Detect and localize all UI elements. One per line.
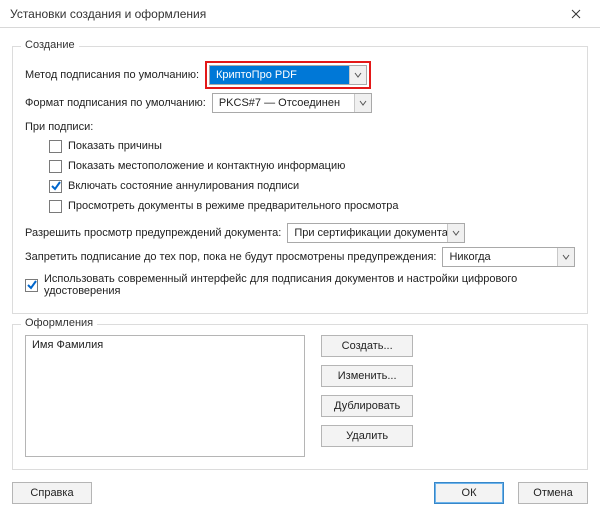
check-preview-row[interactable]: Просмотреть документы в режиме предварит… xyxy=(49,197,575,215)
edit-button[interactable]: Изменить... xyxy=(321,365,413,387)
check-reasons-label: Показать причины xyxy=(68,140,162,152)
close-button[interactable] xyxy=(558,0,594,28)
chevron-down-icon xyxy=(557,248,574,266)
group-design-legend: Оформления xyxy=(21,317,97,329)
duplicate-button[interactable]: Дублировать xyxy=(321,395,413,417)
check-revocation-row[interactable]: Включать состояние аннулирования подписи xyxy=(49,177,575,195)
chevron-down-icon xyxy=(349,66,366,84)
allow-warnings-label: Разрешить просмотр предупреждений докуме… xyxy=(25,227,281,239)
format-combo-text: PKCS#7 — Отсоединен xyxy=(213,94,354,112)
check-preview-box[interactable] xyxy=(49,200,62,213)
cancel-button[interactable]: Отмена xyxy=(518,482,588,504)
format-combo[interactable]: PKCS#7 — Отсоединен xyxy=(212,93,372,113)
check-revocation-box[interactable] xyxy=(49,180,62,193)
chevron-down-icon xyxy=(354,94,371,112)
check-preview-label: Просмотреть документы в режиме предварит… xyxy=(68,200,399,212)
check-modern-ui-label: Использовать современный интерфейс для п… xyxy=(44,273,575,297)
check-reasons-row[interactable]: Показать причины xyxy=(49,137,575,155)
group-creation-legend: Создание xyxy=(21,39,79,51)
allow-warnings-text: При сертификации документа xyxy=(288,224,447,242)
create-button[interactable]: Создать... xyxy=(321,335,413,357)
check-location-box[interactable] xyxy=(49,160,62,173)
window-title: Установки создания и оформления xyxy=(10,7,558,21)
design-listbox[interactable]: Имя Фамилия xyxy=(25,335,305,457)
when-signing-label: При подписи: xyxy=(25,121,575,133)
chevron-down-icon xyxy=(447,224,464,242)
block-sign-combo[interactable]: Никогда xyxy=(442,247,575,267)
check-reasons-box[interactable] xyxy=(49,140,62,153)
check-modern-ui-box[interactable] xyxy=(25,279,38,292)
ok-button[interactable]: ОК xyxy=(434,482,504,504)
allow-warnings-combo[interactable]: При сертификации документа xyxy=(287,223,465,243)
check-location-row[interactable]: Показать местоположение и контактную инф… xyxy=(49,157,575,175)
check-location-label: Показать местоположение и контактную инф… xyxy=(68,160,345,172)
method-label: Метод подписания по умолчанию: xyxy=(25,69,199,81)
titlebar: Установки создания и оформления xyxy=(0,0,600,28)
method-combo-text: КриптоПро PDF xyxy=(210,66,349,84)
group-design: Оформления Имя Фамилия Создать... Измени… xyxy=(12,324,588,470)
format-label: Формат подписания по умолчанию: xyxy=(25,97,206,109)
delete-button[interactable]: Удалить xyxy=(321,425,413,447)
method-highlight: КриптоПро PDF xyxy=(205,61,371,89)
group-creation: Создание Метод подписания по умолчанию: … xyxy=(12,46,588,314)
dialog-buttons: Справка ОК Отмена xyxy=(12,470,588,508)
method-combo[interactable]: КриптоПро PDF xyxy=(209,65,367,85)
help-button[interactable]: Справка xyxy=(12,482,92,504)
list-item[interactable]: Имя Фамилия xyxy=(32,339,298,351)
block-sign-text: Никогда xyxy=(443,248,557,266)
close-icon xyxy=(571,9,581,19)
block-sign-label: Запретить подписание до тех пор, пока не… xyxy=(25,251,436,263)
check-revocation-label: Включать состояние аннулирования подписи xyxy=(68,180,299,192)
